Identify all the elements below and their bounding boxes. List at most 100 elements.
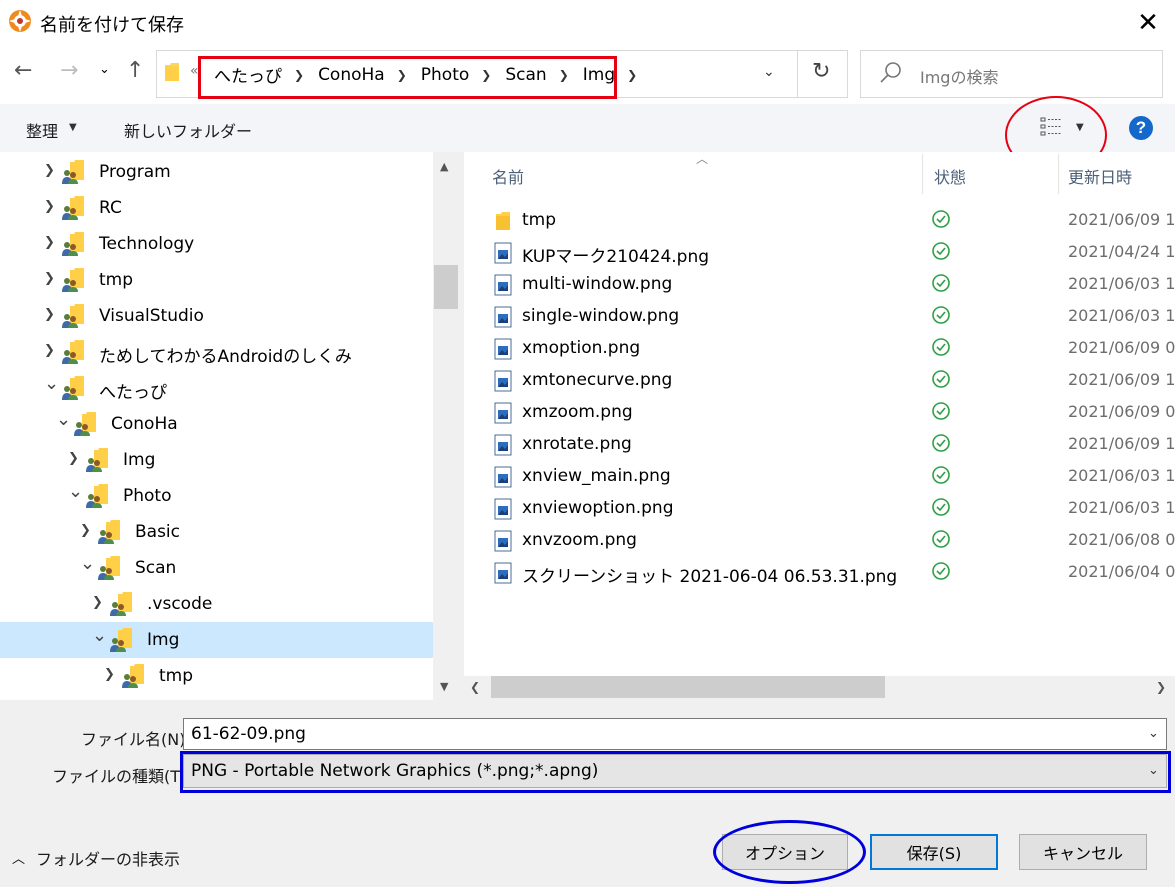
filetype-label: ファイルの種類(T):	[52, 767, 192, 786]
chevron-down-icon[interactable]: ⌄	[80, 553, 95, 574]
shared-folder-icon	[62, 304, 84, 328]
annotation-blue-circle	[713, 820, 866, 884]
scroll-right-icon[interactable]: ❯	[1156, 680, 1166, 694]
file-date: 2021/06/09 1	[1068, 370, 1175, 389]
tree-item[interactable]: ❯ VisualStudio	[0, 298, 433, 334]
chevron-right-icon[interactable]: ❯	[44, 235, 55, 250]
organize-button[interactable]: 整理	[26, 118, 58, 142]
xnview-app-icon	[9, 10, 31, 32]
column-divider[interactable]	[1058, 154, 1059, 194]
scroll-left-icon[interactable]: ❮	[470, 680, 480, 694]
caret-down-icon[interactable]: ▼	[69, 122, 77, 133]
tree-item-label: Basic	[135, 522, 181, 542]
new-folder-button[interactable]: 新しいフォルダー	[124, 118, 252, 142]
tree-item[interactable]: ⌄ ConoHa	[0, 406, 433, 442]
hide-folders-button[interactable]: フォルダーの非表示	[36, 846, 180, 870]
chevron-right-icon[interactable]: ❯	[627, 68, 637, 82]
chevron-right-icon[interactable]: ❯	[44, 307, 55, 322]
file-name: xmoption.png	[522, 338, 641, 358]
file-list-row[interactable]: xnvzoom.png 2021/06/08 0	[464, 524, 1175, 556]
file-list-row[interactable]: xnview_main.png 2021/06/03 1	[464, 460, 1175, 492]
tree-item[interactable]: ❯ Basic	[0, 514, 433, 550]
tree-item[interactable]: ❯ Technology	[0, 226, 433, 262]
forward-button[interactable]: →	[60, 58, 78, 83]
close-button[interactable]: ✕	[1128, 4, 1168, 42]
shared-folder-icon	[110, 628, 132, 652]
shared-folder-icon	[110, 592, 132, 616]
recent-locations-button[interactable]: ⌄	[99, 62, 110, 77]
tree-item[interactable]: ❯ tmp	[0, 658, 433, 694]
file-list-row[interactable]: xmzoom.png 2021/06/09 0	[464, 396, 1175, 428]
file-list-row[interactable]: tmp 2021/06/09 1	[464, 204, 1175, 236]
chevron-down-icon[interactable]: ⌄	[92, 625, 107, 646]
search-input[interactable]	[860, 50, 1163, 98]
image-file-icon	[494, 306, 512, 328]
scroll-down-icon[interactable]: ▼	[440, 680, 448, 693]
chevron-up-icon[interactable]: ︿	[12, 848, 25, 867]
shared-folder-icon	[62, 268, 84, 292]
column-header-name[interactable]: 名前	[492, 164, 524, 188]
chevron-right-icon[interactable]: ❯	[92, 595, 103, 610]
tree-item[interactable]: ⌄ Photo	[0, 478, 433, 514]
file-list-row[interactable]: xnviewoption.png 2021/06/03 1	[464, 492, 1175, 524]
tree-item[interactable]: ❯ Program	[0, 154, 433, 190]
shared-folder-icon	[122, 664, 144, 688]
up-button[interactable]: ↑	[126, 58, 144, 83]
filename-input[interactable]: 61-62-09.png	[183, 718, 1167, 750]
tree-scrollbar[interactable]	[433, 152, 459, 700]
tree-item[interactable]: ⌄ Scan	[0, 550, 433, 586]
tree-item-label: tmp	[99, 270, 134, 290]
chevron-right-icon[interactable]: ❯	[80, 523, 91, 538]
chevron-down-icon[interactable]: ⌄	[68, 481, 83, 502]
sync-ok-icon	[932, 370, 950, 388]
navigation-tree[interactable]: ❯ Program ❯ RC ❯ Technology ❯ tmp ❯ VisualStudio ❯…	[0, 152, 433, 700]
scroll-up-icon[interactable]: ▲	[440, 160, 448, 173]
refresh-button[interactable]: ↻	[812, 59, 830, 84]
sync-ok-icon	[932, 530, 950, 548]
annotation-blue-rectangle	[180, 751, 1171, 793]
image-file-icon	[494, 562, 512, 584]
chevron-down-icon[interactable]: ⌄	[56, 409, 71, 430]
file-list-row[interactable]: スクリーンショット 2021-06-04 06.53.31.png 2021/06…	[464, 556, 1175, 588]
tree-item[interactable]: ⌄ Img	[0, 622, 433, 658]
column-header-status[interactable]: 状態	[934, 164, 966, 188]
tree-item[interactable]: ❯ .vscode	[0, 586, 433, 622]
tree-item[interactable]: ❯ RC	[0, 190, 433, 226]
chevron-down-icon[interactable]: ⌄	[763, 64, 775, 80]
file-list-row[interactable]: KUPマーク210424.png 2021/04/24 1	[464, 236, 1175, 268]
chevron-right-icon[interactable]: ❯	[44, 343, 55, 358]
help-icon[interactable]: ?	[1129, 116, 1153, 140]
tree-item[interactable]: ❯ Img	[0, 442, 433, 478]
back-button[interactable]: ←	[14, 58, 32, 83]
sync-ok-icon	[932, 210, 950, 228]
column-divider[interactable]	[922, 154, 923, 194]
chevron-right-icon[interactable]: ❯	[44, 163, 55, 178]
chevron-right-icon[interactable]: ❯	[104, 667, 115, 682]
tree-item[interactable]: ❯ ためしてわかるAndroidのしくみ	[0, 334, 433, 370]
chevron-right-icon[interactable]: ❯	[44, 199, 55, 214]
scrollbar-thumb[interactable]	[491, 676, 885, 698]
file-list-row[interactable]: single-window.png 2021/06/03 1	[464, 300, 1175, 332]
image-file-icon	[494, 370, 512, 392]
file-list-row[interactable]: xmtonecurve.png 2021/06/09 1	[464, 364, 1175, 396]
shared-folder-icon	[86, 484, 108, 508]
save-button[interactable]: 保存(S)	[870, 834, 998, 870]
file-list-row[interactable]: multi-window.png 2021/06/03 1	[464, 268, 1175, 300]
tree-item-label: RC	[99, 198, 122, 218]
sync-ok-icon	[932, 242, 950, 260]
column-header-modified[interactable]: 更新日時	[1068, 164, 1132, 188]
file-list-row[interactable]: xnrotate.png 2021/06/09 1	[464, 428, 1175, 460]
chevron-right-icon[interactable]: ❯	[44, 271, 55, 286]
image-file-icon	[494, 498, 512, 520]
file-list-row[interactable]: xmoption.png 2021/06/09 0	[464, 332, 1175, 364]
tree-item[interactable]: ❯ tmp	[0, 262, 433, 298]
tree-item[interactable]: ⌄ へたっぴ	[0, 370, 433, 406]
sync-ok-icon	[932, 402, 950, 420]
chevron-down-icon[interactable]: ⌄	[1148, 726, 1159, 741]
chevron-right-icon[interactable]: ❯	[68, 451, 79, 466]
chevron-down-icon[interactable]: ⌄	[44, 373, 59, 394]
sync-ok-icon	[932, 466, 950, 484]
scrollbar-thumb[interactable]	[434, 265, 458, 309]
file-date: 2021/06/03 1	[1068, 306, 1175, 325]
cancel-button[interactable]: キャンセル	[1019, 834, 1147, 870]
